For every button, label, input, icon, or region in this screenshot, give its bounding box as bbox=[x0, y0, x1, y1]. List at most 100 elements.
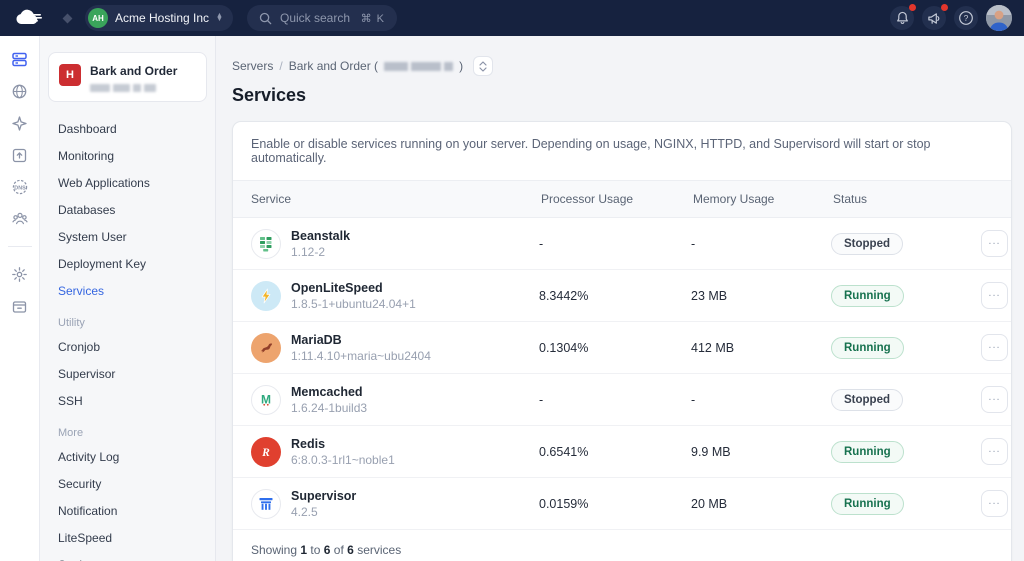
status-badge: Running bbox=[831, 337, 904, 359]
app-shell: DNS H Bark and Order DashboardMonitoring… bbox=[0, 36, 1024, 561]
rail-web-icon[interactable] bbox=[11, 82, 29, 100]
service-cell: MariaDB 1:11.4.10+maria~ubu2404 bbox=[249, 333, 539, 363]
memory-usage: - bbox=[691, 393, 831, 407]
service-version: 6:8.0.3-1rl1~noble1 bbox=[291, 453, 395, 467]
service-cell: R Redis 6:8.0.3-1rl1~noble1 bbox=[249, 437, 539, 467]
beanstalk-icon bbox=[251, 229, 281, 259]
sidebar-item-notification[interactable]: Notification bbox=[48, 498, 207, 524]
services-card: Enable or disable services running on yo… bbox=[232, 121, 1012, 561]
sidebar-item-settings[interactable]: Settings bbox=[48, 552, 207, 561]
service-name: MariaDB bbox=[291, 333, 431, 347]
cloud-logo-icon[interactable] bbox=[12, 7, 46, 29]
col-processor: Processor Usage bbox=[539, 192, 691, 206]
service-cell: M Memcached 1.6.24-1build3 bbox=[249, 385, 539, 415]
memory-usage: 23 MB bbox=[691, 289, 831, 303]
announcement-dot bbox=[941, 4, 948, 11]
row-actions-button[interactable]: ... bbox=[981, 334, 1008, 361]
main-content: Servers / Bark and Order ( ) Services En… bbox=[216, 36, 1024, 561]
sidebar-item-security[interactable]: Security bbox=[48, 471, 207, 497]
service-cell: Beanstalk 1.12-2 bbox=[249, 229, 539, 259]
breadcrumb: Servers / Bark and Order ( ) bbox=[232, 56, 1012, 76]
rail-divider bbox=[8, 246, 32, 247]
breadcrumb-current[interactable]: Bark and Order ( bbox=[289, 59, 378, 73]
org-switcher[interactable]: AH Acme Hosting Inc ▲▼ bbox=[85, 5, 233, 31]
rail-spark-icon[interactable] bbox=[11, 114, 29, 132]
sidebar-item-ssh[interactable]: SSH bbox=[48, 388, 207, 414]
breadcrumb-separator: / bbox=[279, 59, 282, 73]
rail-settings-icon[interactable] bbox=[11, 265, 29, 283]
diamond-separator-icon bbox=[63, 13, 73, 23]
service-name: Beanstalk bbox=[291, 229, 350, 243]
row-actions-button[interactable]: ... bbox=[981, 386, 1008, 413]
footer-total: 6 bbox=[347, 543, 354, 557]
table-row: Beanstalk 1.12-2--Stopped... bbox=[233, 218, 1011, 270]
col-service: Service bbox=[249, 192, 539, 206]
server-name: Bark and Order bbox=[90, 62, 177, 78]
row-actions-button[interactable]: ... bbox=[981, 282, 1008, 309]
service-name: Redis bbox=[291, 437, 395, 451]
service-name: Memcached bbox=[291, 385, 367, 399]
sidebar-item-litespeed[interactable]: LiteSpeed bbox=[48, 525, 207, 551]
rail-dns-icon[interactable]: DNS bbox=[11, 178, 29, 196]
announcements-button[interactable] bbox=[922, 6, 946, 30]
rail-deploy-icon[interactable] bbox=[11, 146, 29, 164]
sidebar-item-activity-log[interactable]: Activity Log bbox=[48, 444, 207, 470]
notification-dot bbox=[909, 4, 916, 11]
org-avatar: AH bbox=[88, 8, 108, 28]
rail-archive-icon[interactable] bbox=[11, 297, 29, 315]
user-avatar[interactable] bbox=[986, 5, 1012, 31]
breadcrumb-servers[interactable]: Servers bbox=[232, 59, 273, 73]
org-name: Acme Hosting Inc bbox=[115, 11, 209, 25]
quick-search-input[interactable]: Quick search ⌘ K bbox=[247, 5, 397, 31]
service-name: OpenLiteSpeed bbox=[291, 281, 416, 295]
sidebar-item-deployment-key[interactable]: Deployment Key bbox=[48, 251, 207, 277]
sidebar-item-services[interactable]: Services bbox=[48, 278, 207, 304]
nav-section-utility: Utility bbox=[48, 305, 207, 334]
service-version: 4.2.5 bbox=[291, 505, 356, 519]
topbar-actions: ? bbox=[890, 5, 1012, 31]
sidebar-item-supervisor[interactable]: Supervisor bbox=[48, 361, 207, 387]
rail-team-icon[interactable] bbox=[11, 210, 29, 228]
status-badge: Stopped bbox=[831, 233, 903, 255]
processor-usage: 0.1304% bbox=[539, 341, 691, 355]
table-row: M Memcached 1.6.24-1build3--Stopped... bbox=[233, 374, 1011, 426]
service-version: 1.8.5-1+ubuntu24.04+1 bbox=[291, 297, 416, 311]
server-switcher-button[interactable] bbox=[473, 56, 493, 76]
supervisor-icon bbox=[251, 489, 281, 519]
row-actions-button[interactable]: ... bbox=[981, 438, 1008, 465]
search-shortcut: ⌘ K bbox=[361, 12, 385, 25]
sidebar-item-web-applications[interactable]: Web Applications bbox=[48, 170, 207, 196]
service-name: Supervisor bbox=[291, 489, 356, 503]
notifications-button[interactable] bbox=[890, 6, 914, 30]
processor-usage: 0.6541% bbox=[539, 445, 691, 459]
table-row: RRedis 6:8.0.3-1rl1~noble10.6541%9.9 MBR… bbox=[233, 426, 1011, 478]
sidebar-item-monitoring[interactable]: Monitoring bbox=[48, 143, 207, 169]
svg-text:DNS: DNS bbox=[14, 185, 26, 191]
server-card[interactable]: H Bark and Order bbox=[48, 52, 207, 102]
svg-text:?: ? bbox=[964, 13, 969, 23]
svg-text:R: R bbox=[261, 447, 270, 459]
sidebar-item-databases[interactable]: Databases bbox=[48, 197, 207, 223]
service-cell: OpenLiteSpeed 1.8.5-1+ubuntu24.04+1 bbox=[249, 281, 539, 311]
row-actions-button[interactable]: ... bbox=[981, 490, 1008, 517]
col-status: Status bbox=[831, 192, 981, 206]
status-badge: Stopped bbox=[831, 389, 903, 411]
table-row: Supervisor 4.2.50.0159%20 MBRunning... bbox=[233, 478, 1011, 530]
megaphone-icon bbox=[927, 12, 941, 25]
server-badge: H bbox=[59, 64, 81, 86]
rail-servers-icon[interactable] bbox=[11, 50, 29, 68]
table-row: MariaDB 1:11.4.10+maria~ubu24040.1304%41… bbox=[233, 322, 1011, 374]
search-icon bbox=[259, 12, 272, 25]
sidebar-item-dashboard[interactable]: Dashboard bbox=[48, 116, 207, 142]
sidebar-nav: DashboardMonitoringWeb ApplicationsDatab… bbox=[48, 116, 207, 561]
row-actions-button[interactable]: ... bbox=[981, 230, 1008, 257]
info-banner: Enable or disable services running on yo… bbox=[233, 122, 1011, 181]
memory-usage: 20 MB bbox=[691, 497, 831, 511]
nav-section-more: More bbox=[48, 415, 207, 444]
col-memory: Memory Usage bbox=[691, 192, 831, 206]
sidebar-item-system-user[interactable]: System User bbox=[48, 224, 207, 250]
sidebar-item-cronjob[interactable]: Cronjob bbox=[48, 334, 207, 360]
processor-usage: 8.3442% bbox=[539, 289, 691, 303]
help-button[interactable]: ? bbox=[954, 6, 978, 30]
sidebar: H Bark and Order DashboardMonitoringWeb … bbox=[40, 36, 216, 561]
